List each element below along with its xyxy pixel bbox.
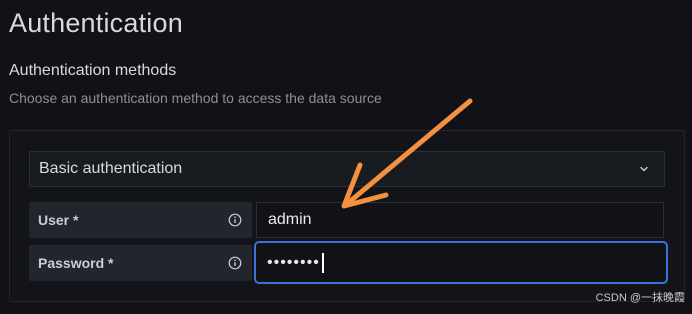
password-label: Password *: [29, 245, 252, 281]
auth-method-select-value: Basic authentication: [39, 160, 183, 177]
info-icon[interactable]: [228, 256, 242, 270]
text-caret: [321, 252, 324, 273]
password-input-value: ••••••••: [267, 253, 320, 271]
user-label: User *: [29, 202, 252, 238]
user-input-value: admin: [268, 211, 312, 228]
section-description: Choose an authentication method to acces…: [9, 90, 382, 106]
info-icon[interactable]: [228, 213, 242, 227]
page-title: Authentication: [9, 8, 183, 38]
chevron-down-icon: [640, 166, 648, 172]
annotation-arrow: [341, 98, 473, 209]
user-label-text: User *: [38, 212, 79, 228]
section-title: Authentication methods: [9, 62, 177, 79]
password-input[interactable]: ••••••••: [254, 241, 668, 284]
password-label-text: Password *: [38, 255, 114, 271]
watermark: CSDN @一抹晚霞: [595, 292, 685, 304]
authentication-page: Authentication Authentication methods Ch…: [0, 0, 692, 314]
